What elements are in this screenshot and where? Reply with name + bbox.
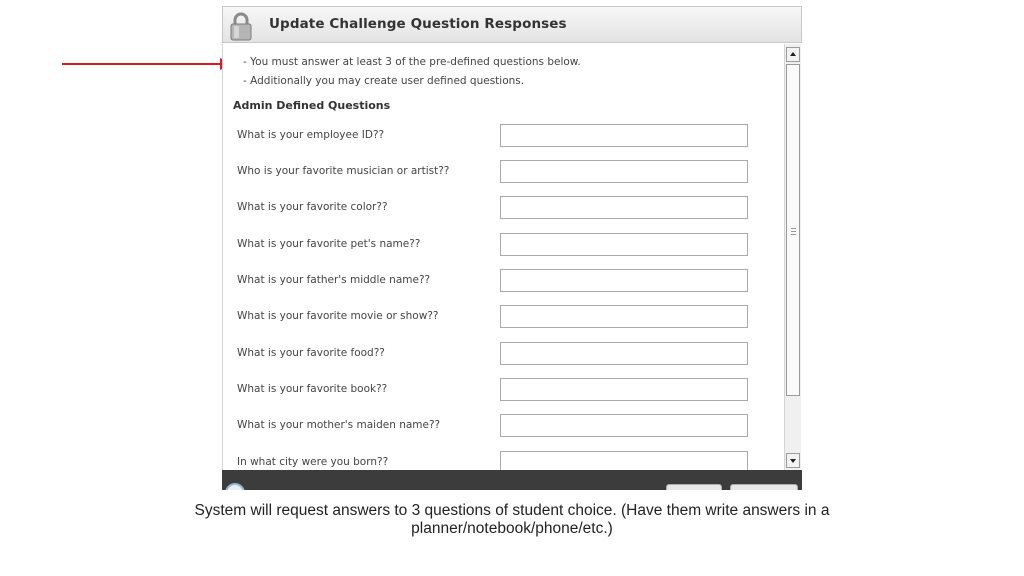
scroll-down-button[interactable] [786,453,800,468]
question-row: What is your father's middle name?? [223,269,783,295]
question-label: Who is your favorite musician or artist?… [237,165,450,177]
answer-input[interactable] [500,414,748,437]
question-row: What is your employee ID?? [223,124,783,150]
dialog-content: - You must answer at least 3 of the pre-… [222,44,784,470]
answer-input[interactable] [500,160,748,183]
answer-input[interactable] [500,378,748,401]
question-row: What is your favorite pet's name?? [223,233,783,259]
instruction-line: - Additionally you may create user defin… [243,75,525,87]
question-row: What is your favorite food?? [223,342,783,368]
caption-line: System will request answers to 3 questio… [194,502,830,519]
answer-input[interactable] [500,124,748,147]
question-row: What is your favorite movie or show?? [223,305,783,331]
scroll-up-button[interactable] [786,47,800,62]
slide-caption: System will request answers to 3 questio… [0,502,1024,538]
question-label: What is your favorite pet's name?? [237,238,421,250]
dialog-title: Update Challenge Question Responses [269,16,567,32]
answer-input[interactable] [500,342,748,365]
caption-line: planner/notebook/phone/etc.) [411,520,613,537]
question-row: In what city were you born?? [223,451,783,470]
scroll-thumb[interactable] [786,64,800,396]
annotation-arrow-line [62,63,222,65]
answer-input[interactable] [500,269,748,292]
answer-input[interactable] [500,196,748,219]
question-label: What is your favorite color?? [237,201,388,213]
challenge-question-dialog: Update Challenge Question Responses - Yo… [222,6,802,490]
vertical-scrollbar[interactable] [784,44,801,470]
question-row: What is your mother's maiden name?? [223,414,783,440]
question-label: What is your favorite book?? [237,383,388,395]
answer-input[interactable] [500,451,748,470]
footer-button-partial[interactable] [730,484,798,490]
info-icon [225,483,245,490]
question-label: What is your employee ID?? [237,129,385,141]
dialog-titlebar: Update Challenge Question Responses [222,6,802,43]
question-label: What is your favorite food?? [237,347,385,359]
scroll-grip-icon [791,228,796,235]
question-label: What is your mother's maiden name?? [237,419,441,431]
question-label: What is your favorite movie or show?? [237,310,439,322]
section-title: Admin Defined Questions [233,99,391,112]
dialog-footer [222,470,802,490]
footer-button-partial[interactable] [666,484,722,490]
question-label: In what city were you born?? [237,456,389,468]
question-row: What is your favorite color?? [223,196,783,222]
instruction-line: - You must answer at least 3 of the pre-… [243,56,581,68]
question-row: What is your favorite book?? [223,378,783,404]
answer-input[interactable] [500,233,748,256]
answer-input[interactable] [500,305,748,328]
question-label: What is your father's middle name?? [237,274,431,286]
lock-icon [230,12,252,41]
question-row: Who is your favorite musician or artist?… [223,160,783,186]
